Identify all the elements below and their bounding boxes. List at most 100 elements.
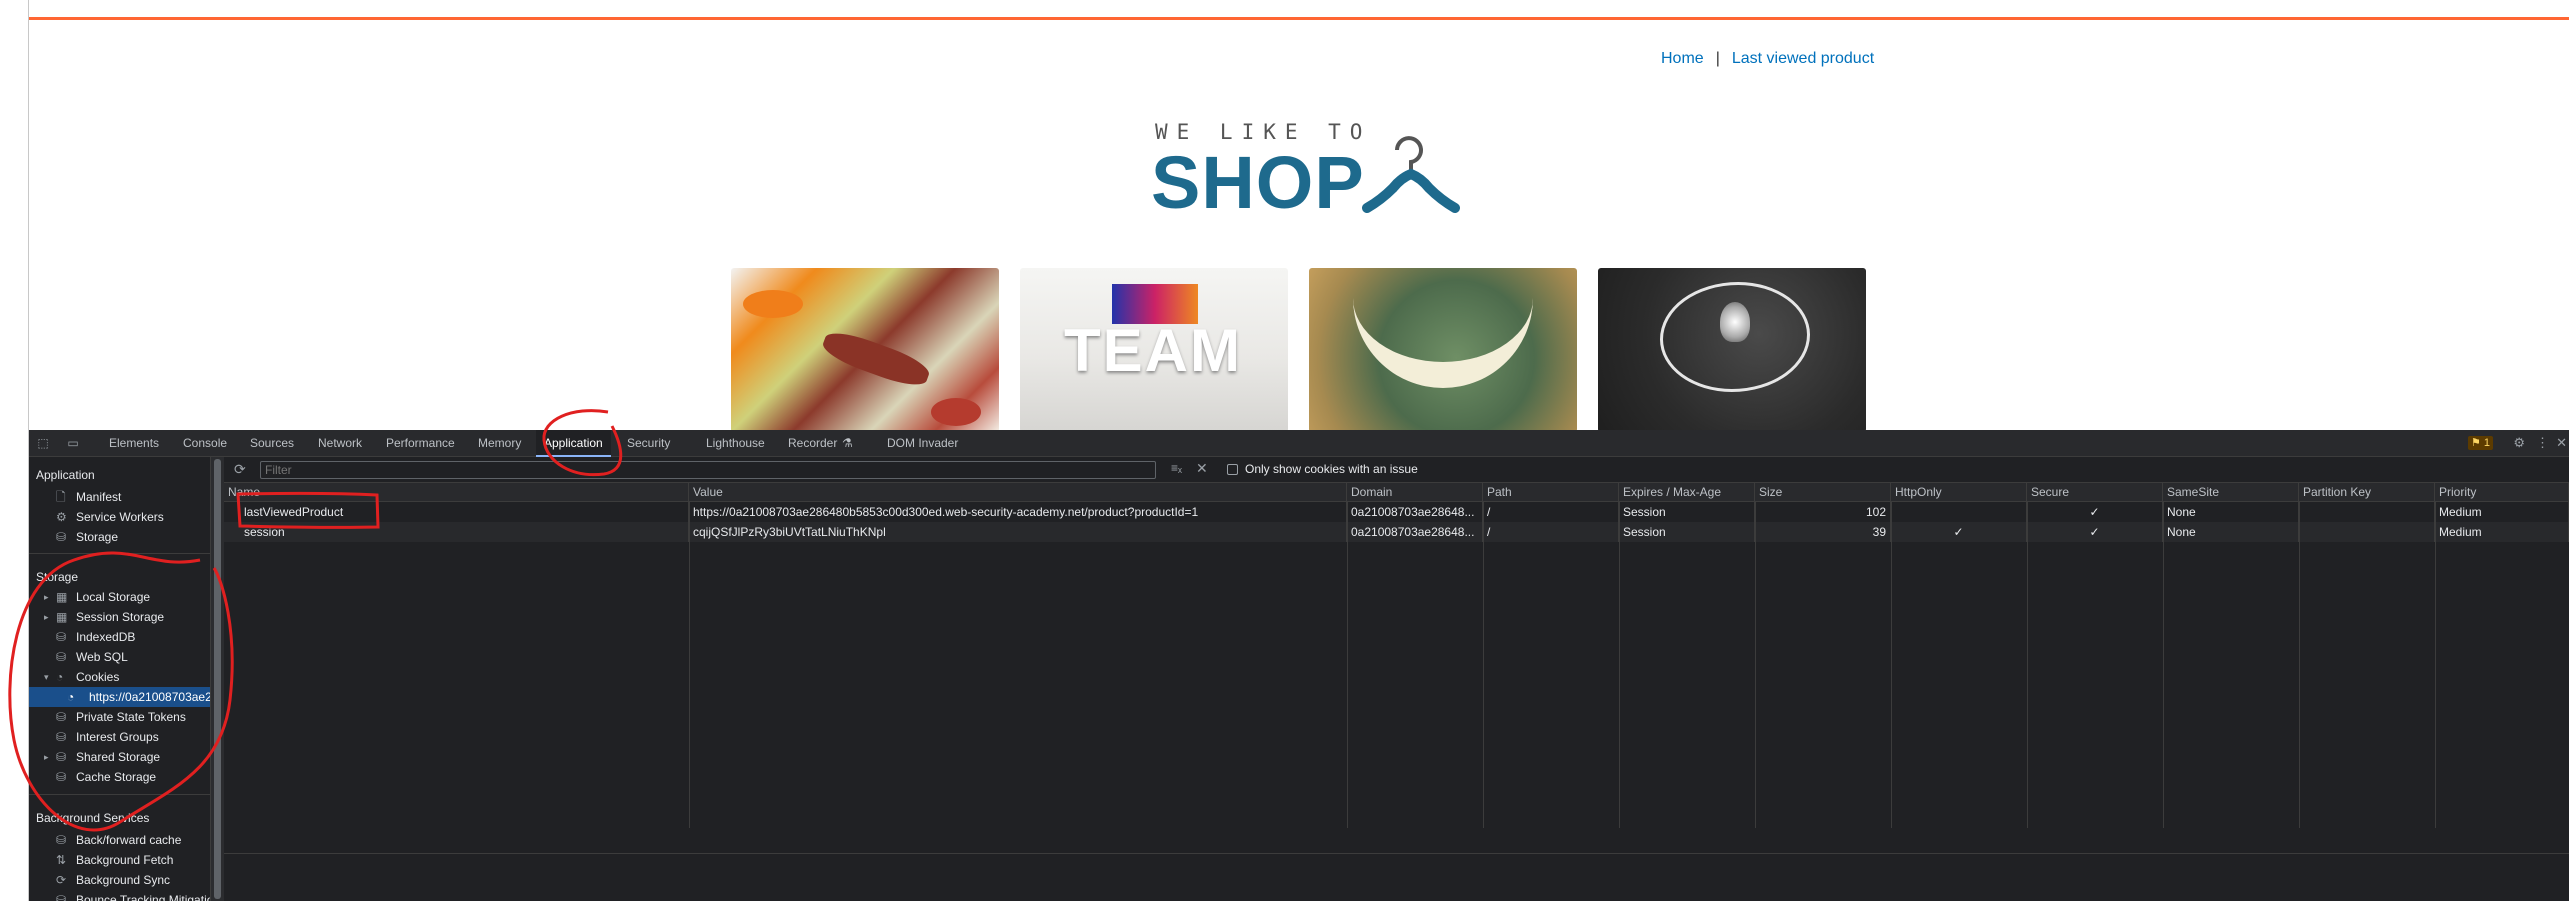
column-header-path[interactable]: Path	[1483, 483, 1619, 502]
settings-gear-icon[interactable]: ⚙	[2513, 435, 2525, 451]
cell-priority[interactable]: Medium	[2435, 522, 2569, 542]
column-divider[interactable]	[1347, 502, 1348, 828]
sidebar-item-cookies[interactable]: ▾ ◔ Cookies	[29, 667, 210, 687]
more-options-icon[interactable]: ⋮	[2536, 435, 2549, 451]
sidebar-item-cache-storage[interactable]: ⛁ Cache Storage	[29, 767, 210, 787]
scrollbar-thumb[interactable]	[214, 459, 221, 899]
tab-application[interactable]: Application	[536, 430, 611, 457]
cell-secure[interactable]: ✓	[2027, 522, 2163, 542]
sidebar-item-web-sql[interactable]: ⛁ Web SQL	[29, 647, 210, 667]
column-divider[interactable]	[2163, 502, 2164, 828]
column-divider[interactable]	[2299, 502, 2300, 828]
shop-logo[interactable]: WE LIKE TO SHOP	[1123, 120, 1503, 224]
column-header-secure[interactable]: Secure	[2027, 483, 2163, 502]
cell-partition-key[interactable]	[2299, 522, 2435, 542]
cell-path[interactable]: /	[1483, 502, 1619, 522]
cell-httponly[interactable]	[1891, 502, 2027, 522]
cell-name[interactable]: session	[224, 522, 689, 542]
sidebar-item-background-fetch[interactable]: ⇅ Background Fetch	[29, 850, 210, 870]
cell-secure[interactable]: ✓	[2027, 502, 2163, 522]
tab-recorder[interactable]: Recorder	[788, 430, 837, 457]
device-toolbar-icon[interactable]: ▭	[66, 436, 80, 450]
cell-samesite[interactable]: None	[2163, 522, 2299, 542]
cell-path[interactable]: /	[1483, 522, 1619, 542]
column-divider[interactable]	[1619, 502, 1620, 828]
sidebar-item-storage[interactable]: ⛁ Storage	[29, 527, 210, 547]
tab-console[interactable]: Console	[183, 430, 227, 457]
refresh-icon[interactable]: ⟳	[234, 461, 246, 478]
product-image-idea[interactable]	[1598, 268, 1866, 430]
expand-arrow-icon[interactable]: ▸	[44, 747, 49, 767]
expand-arrow-icon[interactable]: ▸	[44, 587, 49, 607]
column-divider[interactable]	[689, 502, 690, 828]
column-divider[interactable]	[1755, 502, 1756, 828]
cookie-preview-divider[interactable]	[224, 853, 2569, 854]
column-header-expires[interactable]: Expires / Max-Age	[1619, 483, 1755, 502]
product-image-food[interactable]	[731, 268, 999, 430]
sidebar-scrollbar[interactable]	[211, 457, 224, 901]
column-header-httponly[interactable]: HttpOnly	[1891, 483, 2027, 502]
sidebar-item-background-sync[interactable]: ⟳ Background Sync	[29, 870, 210, 890]
tab-sources[interactable]: Sources	[250, 430, 294, 457]
cell-httponly[interactable]: ✓	[1891, 522, 2027, 542]
nav-last-viewed-link[interactable]: Last viewed product	[1732, 50, 1874, 67]
column-divider[interactable]	[2027, 502, 2028, 828]
product-image-smile[interactable]	[1309, 268, 1577, 430]
sidebar-item-session-storage[interactable]: ▸ ▦ Session Storage	[29, 607, 210, 627]
tab-lighthouse[interactable]: Lighthouse	[706, 430, 765, 457]
sidebar-item-local-storage[interactable]: ▸ ▦ Local Storage	[29, 587, 210, 607]
sidebar-item-service-workers[interactable]: ⚙ Service Workers	[29, 507, 210, 527]
column-header-partition-key[interactable]: Partition Key	[2299, 483, 2435, 502]
tab-security[interactable]: Security	[627, 430, 670, 457]
column-divider[interactable]	[1891, 502, 1892, 828]
column-header-size[interactable]: Size	[1755, 483, 1891, 502]
cell-size[interactable]: 102	[1755, 502, 1891, 522]
sidebar-item-bounce-tracking[interactable]: ⛁ Bounce Tracking Mitigatio	[29, 890, 210, 901]
cell-expires[interactable]: Session	[1619, 502, 1755, 522]
sidebar-item-back-forward-cache[interactable]: ⛁ Back/forward cache	[29, 830, 210, 850]
cell-name[interactable]: lastViewedProduct	[224, 502, 689, 522]
cell-priority[interactable]: Medium	[2435, 502, 2569, 522]
tab-elements[interactable]: Elements	[109, 430, 159, 457]
tab-network[interactable]: Network	[318, 430, 362, 457]
filter-input[interactable]	[260, 461, 1156, 479]
collapse-arrow-icon[interactable]: ▾	[44, 667, 49, 687]
column-divider[interactable]	[2435, 502, 2436, 828]
sidebar-item-private-state-tokens[interactable]: ⛁ Private State Tokens	[29, 707, 210, 727]
site-nav: Home | Last viewed product	[1661, 50, 1874, 68]
clear-icon[interactable]: ✕	[1196, 460, 1208, 477]
sidebar-item-cookie-origin[interactable]: ◔ https://0a21008703ae2	[29, 687, 210, 707]
column-header-domain[interactable]: Domain	[1347, 483, 1483, 502]
expand-arrow-icon[interactable]: ▸	[44, 607, 49, 627]
cell-expires[interactable]: Session	[1619, 522, 1755, 542]
issues-badge[interactable]: ⚑ 1	[2467, 436, 2493, 450]
clear-filtered-icon[interactable]: ≡ₓ	[1171, 461, 1182, 475]
only-issues-checkbox[interactable]	[1227, 464, 1238, 475]
only-issues-label: Only show cookies with an issue	[1245, 462, 1418, 476]
close-devtools-icon[interactable]: ✕	[2556, 435, 2567, 451]
cell-size[interactable]: 39	[1755, 522, 1891, 542]
inspect-element-icon[interactable]: ⬚	[36, 436, 50, 450]
cell-value[interactable]: https://0a21008703ae286480b5853c00d300ed…	[689, 502, 1347, 522]
tab-memory[interactable]: Memory	[478, 430, 521, 457]
smile-shape	[1353, 298, 1533, 388]
sidebar-item-interest-groups[interactable]: ⛁ Interest Groups	[29, 727, 210, 747]
sidebar-item-indexeddb[interactable]: ⛁ IndexedDB	[29, 627, 210, 647]
column-header-name[interactable]: Name	[224, 483, 689, 502]
cell-domain[interactable]: 0a21008703ae28648...	[1347, 502, 1483, 522]
column-header-value[interactable]: Value	[689, 483, 1347, 502]
table-icon: ▦	[56, 590, 68, 604]
nav-home-link[interactable]: Home	[1661, 50, 1704, 67]
tab-dom-invader[interactable]: DOM Invader	[887, 430, 958, 457]
cell-partition-key[interactable]	[2299, 502, 2435, 522]
cell-domain[interactable]: 0a21008703ae28648...	[1347, 522, 1483, 542]
cell-samesite[interactable]: None	[2163, 502, 2299, 522]
column-header-samesite[interactable]: SameSite	[2163, 483, 2299, 502]
product-image-team[interactable]: TEAM	[1020, 268, 1288, 430]
column-header-priority[interactable]: Priority	[2435, 483, 2569, 502]
column-divider[interactable]	[1483, 502, 1484, 828]
cell-value[interactable]: cqijQSfJlPzRy3biUVtTatLNiuThKNpl	[689, 522, 1347, 542]
sidebar-item-manifest[interactable]: 🗋 Manifest	[29, 487, 210, 507]
tab-performance[interactable]: Performance	[386, 430, 455, 457]
sidebar-item-shared-storage[interactable]: ▸ ⛁ Shared Storage	[29, 747, 210, 767]
